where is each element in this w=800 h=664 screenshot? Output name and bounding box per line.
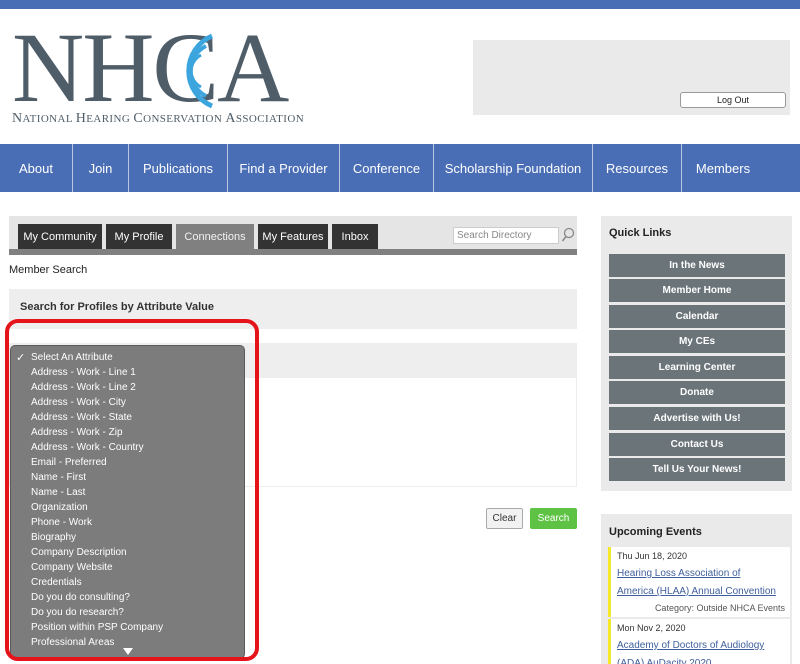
tab-my-features[interactable]: My Features bbox=[258, 224, 328, 249]
logout-button[interactable]: Log Out bbox=[680, 92, 786, 108]
member-search-label: Member Search bbox=[9, 264, 88, 276]
quick-link-my-ces[interactable]: My CEs bbox=[609, 330, 785, 353]
attribute-dropdown-list[interactable]: ✓ Select An Attribute Address - Work - L… bbox=[10, 345, 245, 659]
nav-item-scholarship-foundation[interactable]: Scholarship Foundation bbox=[434, 144, 593, 192]
quick-link-tell-us-your-news[interactable]: Tell Us Your News! bbox=[609, 458, 785, 481]
directory-search-input[interactable]: Search Directory bbox=[453, 227, 559, 244]
quick-link-learning-center[interactable]: Learning Center bbox=[609, 356, 785, 379]
account-box: Log Out bbox=[473, 40, 790, 115]
scroll-down-arrow-icon[interactable] bbox=[123, 648, 133, 655]
tab-my-profile[interactable]: My Profile bbox=[106, 224, 172, 249]
quick-link-advertise[interactable]: Advertise with Us! bbox=[609, 407, 785, 430]
dropdown-option[interactable]: Professional Areas bbox=[31, 636, 114, 650]
dropdown-option[interactable]: Select An Attribute bbox=[31, 351, 113, 365]
upcoming-events-title: Upcoming Events bbox=[609, 526, 702, 538]
quick-links-panel: Quick Links In the News Member Home Cale… bbox=[601, 216, 792, 491]
checkmark-icon: ✓ bbox=[16, 352, 26, 364]
nav-item-members[interactable]: Members bbox=[682, 144, 764, 192]
dropdown-option[interactable]: Do you do research? bbox=[31, 606, 124, 620]
community-tab-bar: My Community My Profile Connections My F… bbox=[9, 216, 577, 255]
dropdown-option[interactable]: Organization bbox=[31, 501, 88, 515]
dropdown-option[interactable]: Address - Work - Line 2 bbox=[31, 381, 136, 395]
event-link[interactable]: (ADA) AuDacity 2020 bbox=[617, 655, 712, 664]
logo-sound-arcs-icon bbox=[186, 33, 214, 109]
dropdown-option[interactable]: Address - Work - City bbox=[31, 396, 126, 410]
tab-my-community[interactable]: My Community bbox=[18, 224, 102, 249]
dropdown-option[interactable]: Position within PSP Company bbox=[31, 621, 163, 635]
event-date: Mon Nov 2, 2020 bbox=[617, 623, 686, 633]
tab-connections[interactable]: Connections bbox=[176, 224, 254, 249]
top-accent-bar bbox=[0, 0, 800, 9]
dropdown-option[interactable]: Address - Work - Line 1 bbox=[31, 366, 136, 380]
dropdown-option[interactable]: Company Description bbox=[31, 546, 127, 560]
search-button[interactable]: Search bbox=[530, 508, 577, 529]
dropdown-option[interactable]: Biography bbox=[31, 531, 76, 545]
event-link[interactable]: Hearing Loss Association of bbox=[617, 565, 740, 582]
dropdown-option[interactable]: Name - Last bbox=[31, 486, 85, 500]
dropdown-option[interactable]: Phone - Work bbox=[31, 516, 92, 530]
quick-link-member-home[interactable]: Member Home bbox=[609, 279, 785, 302]
quick-links-title: Quick Links bbox=[609, 227, 672, 239]
tab-inbox[interactable]: Inbox bbox=[332, 224, 378, 249]
clear-button[interactable]: Clear bbox=[486, 508, 523, 529]
nav-item-resources[interactable]: Resources bbox=[593, 144, 682, 192]
event-link[interactable]: Academy of Doctors of Audiology bbox=[617, 637, 764, 654]
search-icon[interactable] bbox=[561, 227, 575, 243]
dropdown-option[interactable]: Address - Work - Zip bbox=[31, 426, 123, 440]
nhca-logo[interactable]: NHCA NATIONAL HEARING CONSERVATION ASSOC… bbox=[12, 18, 304, 132]
dropdown-option[interactable]: Address - Work - State bbox=[31, 411, 132, 425]
main-nav: About Join Publications Find a Provider … bbox=[0, 144, 800, 192]
upcoming-events-panel: Upcoming Events Thu Jun 18, 2020 Hearing… bbox=[601, 514, 792, 664]
nav-item-join[interactable]: Join bbox=[73, 144, 129, 192]
quick-link-calendar[interactable]: Calendar bbox=[609, 305, 785, 328]
nav-item-conference[interactable]: Conference bbox=[340, 144, 434, 192]
quick-link-contact-us[interactable]: Contact Us bbox=[609, 433, 785, 456]
attribute-search-header: Search for Profiles by Attribute Value bbox=[9, 289, 577, 329]
event-date: Thu Jun 18, 2020 bbox=[617, 551, 688, 561]
quick-link-in-the-news[interactable]: In the News bbox=[609, 254, 785, 277]
dropdown-option[interactable]: Email - Preferred bbox=[31, 456, 107, 470]
nav-item-publications[interactable]: Publications bbox=[129, 144, 228, 192]
nav-item-about[interactable]: About bbox=[0, 144, 73, 192]
event-category: Category: Outside NHCA Events bbox=[654, 603, 785, 613]
dropdown-option[interactable]: Credentials bbox=[31, 576, 82, 590]
dropdown-option[interactable]: Company Website bbox=[31, 561, 113, 575]
event-item: Thu Jun 18, 2020 Hearing Loss Associatio… bbox=[608, 547, 790, 617]
quick-link-donate[interactable]: Donate bbox=[609, 381, 785, 404]
nav-item-find-a-provider[interactable]: Find a Provider bbox=[228, 144, 340, 192]
attribute-search-title: Search for Profiles by Attribute Value bbox=[20, 301, 214, 313]
dropdown-option[interactable]: Address - Work - Country bbox=[31, 441, 144, 455]
dropdown-option[interactable]: Name - First bbox=[31, 471, 86, 485]
event-item: Mon Nov 2, 2020 Academy of Doctors of Au… bbox=[608, 619, 790, 664]
dropdown-option[interactable]: Do you do consulting? bbox=[31, 591, 130, 605]
logo-full-name: NATIONAL HEARING CONSERVATION ASSOCIATIO… bbox=[12, 111, 305, 126]
event-link[interactable]: America (HLAA) Annual Convention bbox=[617, 583, 776, 600]
